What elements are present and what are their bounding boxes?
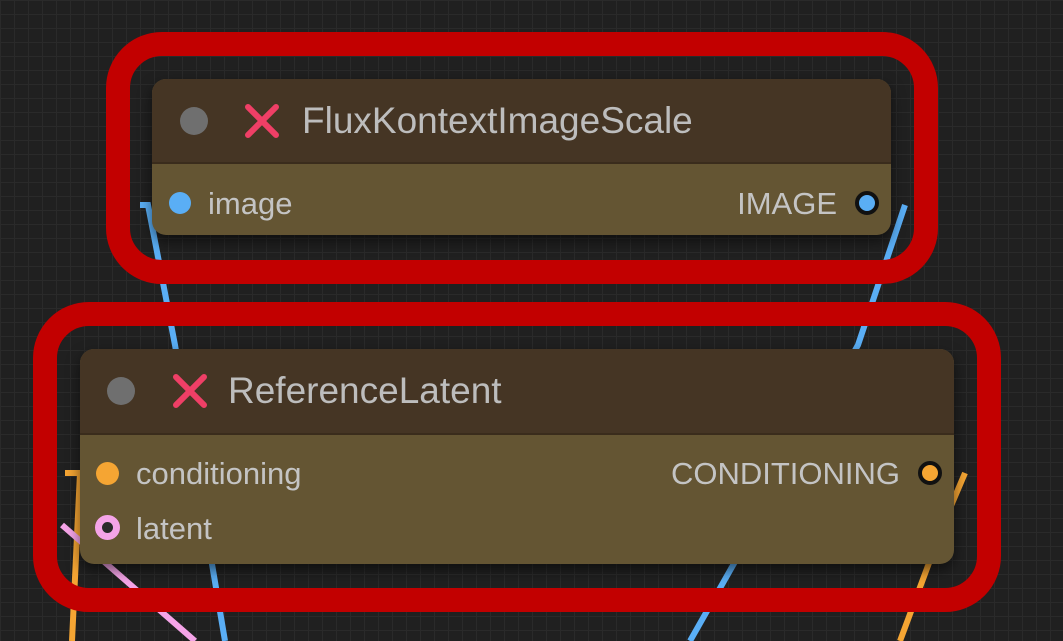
bypass-x-icon: [245, 103, 279, 138]
collapse-dot-icon[interactable]: [107, 377, 135, 405]
image-output-slot[interactable]: [855, 191, 879, 215]
reference-latent-node[interactable]: ReferenceLatent conditioning latent COND…: [80, 349, 954, 564]
conditioning-input-link[interactable]: [65, 470, 84, 641]
node-title: ReferenceLatent: [228, 370, 502, 411]
conditioning-input-slot[interactable]: [96, 462, 119, 485]
collapse-dot-icon[interactable]: [180, 106, 208, 135]
conditioning-input-label: conditioning: [136, 456, 302, 491]
image-output-label: IMAGE: [737, 186, 837, 221]
node-title: FluxKontextImageScale: [302, 99, 693, 141]
flux-kontext-image-scale-node[interactable]: FluxKontextImageScale image IMAGE: [152, 79, 891, 235]
image-input-label: image: [208, 186, 293, 221]
image-input-slot[interactable]: [169, 192, 191, 214]
latent-input-slot[interactable]: [95, 515, 120, 540]
conditioning-output-label: CONDITIONING: [670, 456, 900, 491]
latent-input-label: latent: [136, 511, 212, 546]
conditioning-output-slot[interactable]: [918, 461, 942, 485]
node-header[interactable]: FluxKontextImageScale: [152, 79, 891, 164]
bypass-x-icon: [173, 374, 207, 408]
node-header[interactable]: ReferenceLatent: [80, 349, 954, 435]
